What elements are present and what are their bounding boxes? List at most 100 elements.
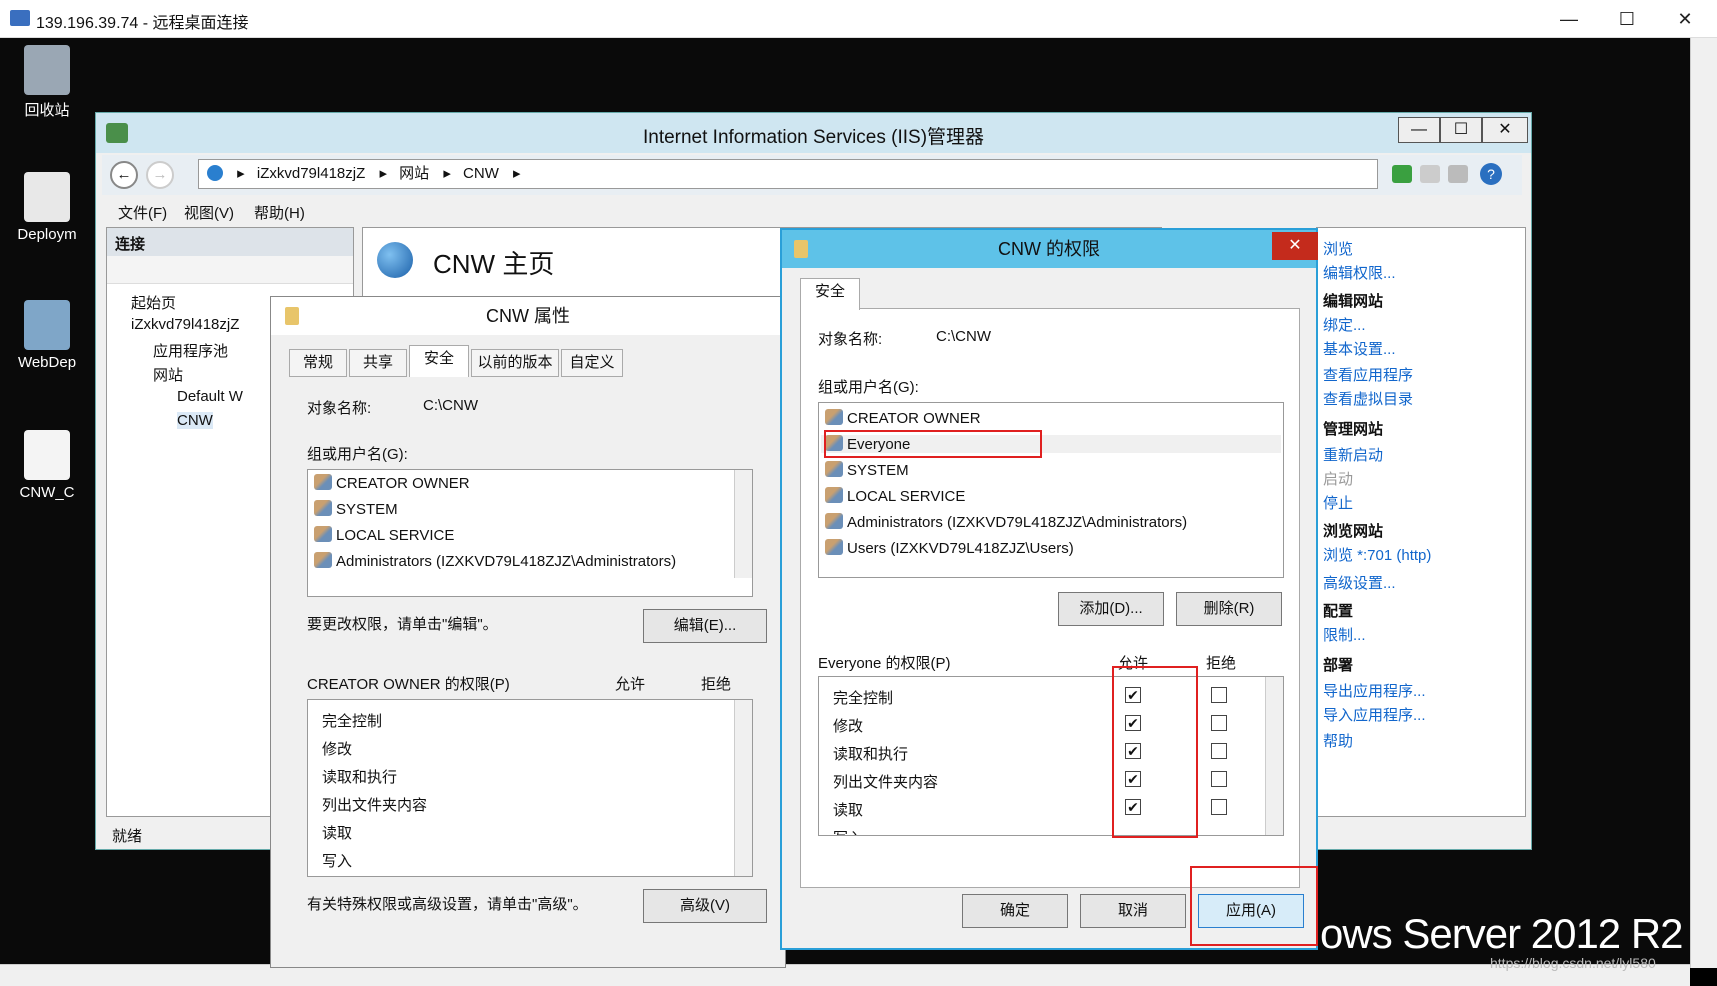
- breadcrumb-sites[interactable]: 网站: [399, 165, 429, 182]
- add-button[interactable]: 添加(D)...: [1058, 592, 1164, 626]
- list-item[interactable]: SYSTEM: [314, 500, 398, 518]
- tab-security[interactable]: 安全: [800, 278, 860, 310]
- action-browse-701[interactable]: 浏览 *:701 (http): [1323, 544, 1431, 565]
- list-item[interactable]: CREATOR OWNER: [314, 474, 470, 492]
- deny-list-folder-checkbox[interactable]: [1211, 771, 1227, 787]
- rdp-vertical-scrollbar[interactable]: [1690, 38, 1717, 968]
- action-export-app[interactable]: 导出应用程序...: [1323, 680, 1426, 701]
- desktop-icon-webdeploy[interactable]: WebDep: [2, 300, 92, 371]
- action-manage-site-header: 管理网站: [1323, 421, 1384, 438]
- deny-read-execute-checkbox[interactable]: [1211, 743, 1227, 759]
- everyone-perm-label: Everyone 的权限(P): [818, 655, 951, 672]
- list-item[interactable]: Administrators (IZXKVD79L418ZJZ\Administ…: [825, 513, 1187, 531]
- action-view-apps[interactable]: 查看应用程序: [1323, 364, 1413, 385]
- edit-button[interactable]: 编辑(E)...: [643, 609, 767, 643]
- cancel-button[interactable]: 取消: [1080, 894, 1186, 928]
- tree-start-page[interactable]: 起始页: [131, 292, 176, 313]
- menu-help[interactable]: 帮助(H): [254, 202, 305, 223]
- desktop-icon-recycle-bin[interactable]: 回收站: [2, 45, 92, 120]
- highlight-everyone: [824, 430, 1042, 458]
- home-icon[interactable]: [1448, 165, 1468, 183]
- permissions-close-button[interactable]: ✕: [1272, 232, 1318, 260]
- forward-icon[interactable]: →: [146, 161, 174, 189]
- list-item[interactable]: Administrators (IZXKVD79L418ZJZ\Administ…: [314, 552, 676, 570]
- action-help[interactable]: 帮助: [1323, 730, 1353, 751]
- tab-previous-versions[interactable]: 以前的版本: [471, 349, 559, 377]
- users-list-scrollbar[interactable]: [734, 470, 752, 578]
- breadcrumb-cnw[interactable]: CNW: [463, 165, 499, 182]
- tree-sites[interactable]: 网站: [153, 364, 183, 385]
- properties-title: CNW 属性: [271, 297, 785, 335]
- iis-maximize-button[interactable]: ☐: [1440, 117, 1482, 143]
- watermark-text: https://blog.csdn.net/lyl580: [1490, 955, 1656, 971]
- action-limits[interactable]: 限制...: [1323, 624, 1366, 645]
- breadcrumb-server[interactable]: iZxkvd79l418zjZ: [257, 165, 365, 182]
- minimize-button[interactable]: —: [1540, 0, 1598, 38]
- maximize-button[interactable]: ☐: [1598, 0, 1656, 38]
- edit-hint: 要更改权限，请单击"编辑"。: [307, 616, 498, 633]
- action-advanced-settings[interactable]: 高级设置...: [1323, 572, 1396, 593]
- stop-icon[interactable]: [1420, 165, 1440, 183]
- menu-view[interactable]: 视图(V): [184, 202, 234, 223]
- list-item[interactable]: LOCAL SERVICE: [314, 526, 454, 544]
- perm-list-scrollbar[interactable]: [734, 700, 752, 876]
- props-perm-label: CREATOR OWNER 的权限(P): [307, 676, 510, 693]
- props-allow-header: 允许: [615, 676, 646, 693]
- tree-server[interactable]: iZxkvd79l418zjZ: [131, 316, 239, 333]
- desktop-icon-deploy[interactable]: Deploym: [2, 172, 92, 243]
- list-item: 写入: [322, 853, 353, 870]
- list-item[interactable]: CREATOR OWNER: [825, 409, 981, 427]
- iis-menubar: 文件(F) 视图(V) 帮助(H): [102, 197, 1522, 225]
- iis-minimize-button[interactable]: —: [1398, 117, 1440, 143]
- tree-cnw[interactable]: CNW: [177, 412, 213, 429]
- list-item[interactable]: LOCAL SERVICE: [825, 487, 965, 505]
- perm-scrollbar[interactable]: [1265, 677, 1283, 835]
- action-basic-settings[interactable]: 基本设置...: [1323, 338, 1396, 359]
- address-bar[interactable]: ▸ iZxkvd79l418zjZ ▸ 网站 ▸ CNW ▸: [198, 159, 1378, 189]
- tab-general[interactable]: 常规: [289, 349, 347, 377]
- iis-close-button[interactable]: ✕: [1482, 117, 1528, 143]
- desktop-icon-cnw[interactable]: CNW_C: [2, 430, 92, 501]
- users-icon: [825, 461, 843, 477]
- close-button[interactable]: ✕: [1656, 0, 1714, 38]
- remove-button[interactable]: 删除(R): [1176, 592, 1282, 626]
- action-edit-site-header: 编辑网站: [1323, 293, 1384, 310]
- list-item[interactable]: Users (IZXKVD79L418ZJZ\Users): [825, 539, 1074, 557]
- tree-default-site[interactable]: Default W: [177, 388, 243, 405]
- props-perm-list: 完全控制 修改 读取和执行 列出文件夹内容 读取 写入: [307, 699, 753, 877]
- iis-navbar: ← → ▸ iZxkvd79l418zjZ ▸ 网站 ▸ CNW ▸ ?: [102, 155, 1522, 195]
- globe-icon: [207, 165, 223, 181]
- ok-button[interactable]: 确定: [962, 894, 1068, 928]
- action-edit-permissions[interactable]: 编辑权限...: [1323, 262, 1396, 283]
- action-import-app[interactable]: 导入应用程序...: [1323, 704, 1426, 725]
- back-icon[interactable]: ←: [110, 161, 138, 189]
- users-icon: [825, 539, 843, 555]
- list-item: 读取: [322, 825, 353, 842]
- object-name-label: 对象名称:: [307, 400, 372, 417]
- action-bindings[interactable]: 绑定...: [1323, 314, 1366, 335]
- action-config-header: 配置: [1323, 603, 1354, 620]
- deny-full-control-checkbox[interactable]: [1211, 687, 1227, 703]
- action-start[interactable]: 启动: [1323, 468, 1353, 489]
- rdp-titlebar: 139.196.39.74 - 远程桌面连接 — ☐ ✕: [0, 0, 1717, 38]
- refresh-icon[interactable]: [1392, 165, 1412, 183]
- action-view-vdirs[interactable]: 查看虚拟目录: [1323, 388, 1413, 409]
- action-browse[interactable]: 浏览: [1323, 238, 1353, 259]
- advanced-button[interactable]: 高级(V): [643, 889, 767, 923]
- action-stop[interactable]: 停止: [1323, 492, 1353, 513]
- tab-sharing[interactable]: 共享: [349, 349, 407, 377]
- deny-modify-checkbox[interactable]: [1211, 715, 1227, 731]
- deploy-icon: [24, 172, 70, 222]
- perm-row-read-execute: 读取和执行: [833, 746, 909, 763]
- rdp-horizontal-scrollbar[interactable]: [0, 964, 1690, 986]
- menu-file[interactable]: 文件(F): [118, 202, 167, 223]
- action-restart[interactable]: 重新启动: [1323, 444, 1383, 465]
- tree-app-pools[interactable]: 应用程序池: [153, 340, 228, 361]
- windows-brand-text: ows Server 2012 R2: [1320, 910, 1684, 957]
- tab-security[interactable]: 安全: [409, 345, 469, 377]
- tab-custom[interactable]: 自定义: [561, 349, 623, 377]
- rdp-app-icon: [10, 10, 30, 26]
- help-icon[interactable]: ?: [1480, 163, 1502, 185]
- list-item[interactable]: SYSTEM: [825, 461, 909, 479]
- deny-read-checkbox[interactable]: [1211, 799, 1227, 815]
